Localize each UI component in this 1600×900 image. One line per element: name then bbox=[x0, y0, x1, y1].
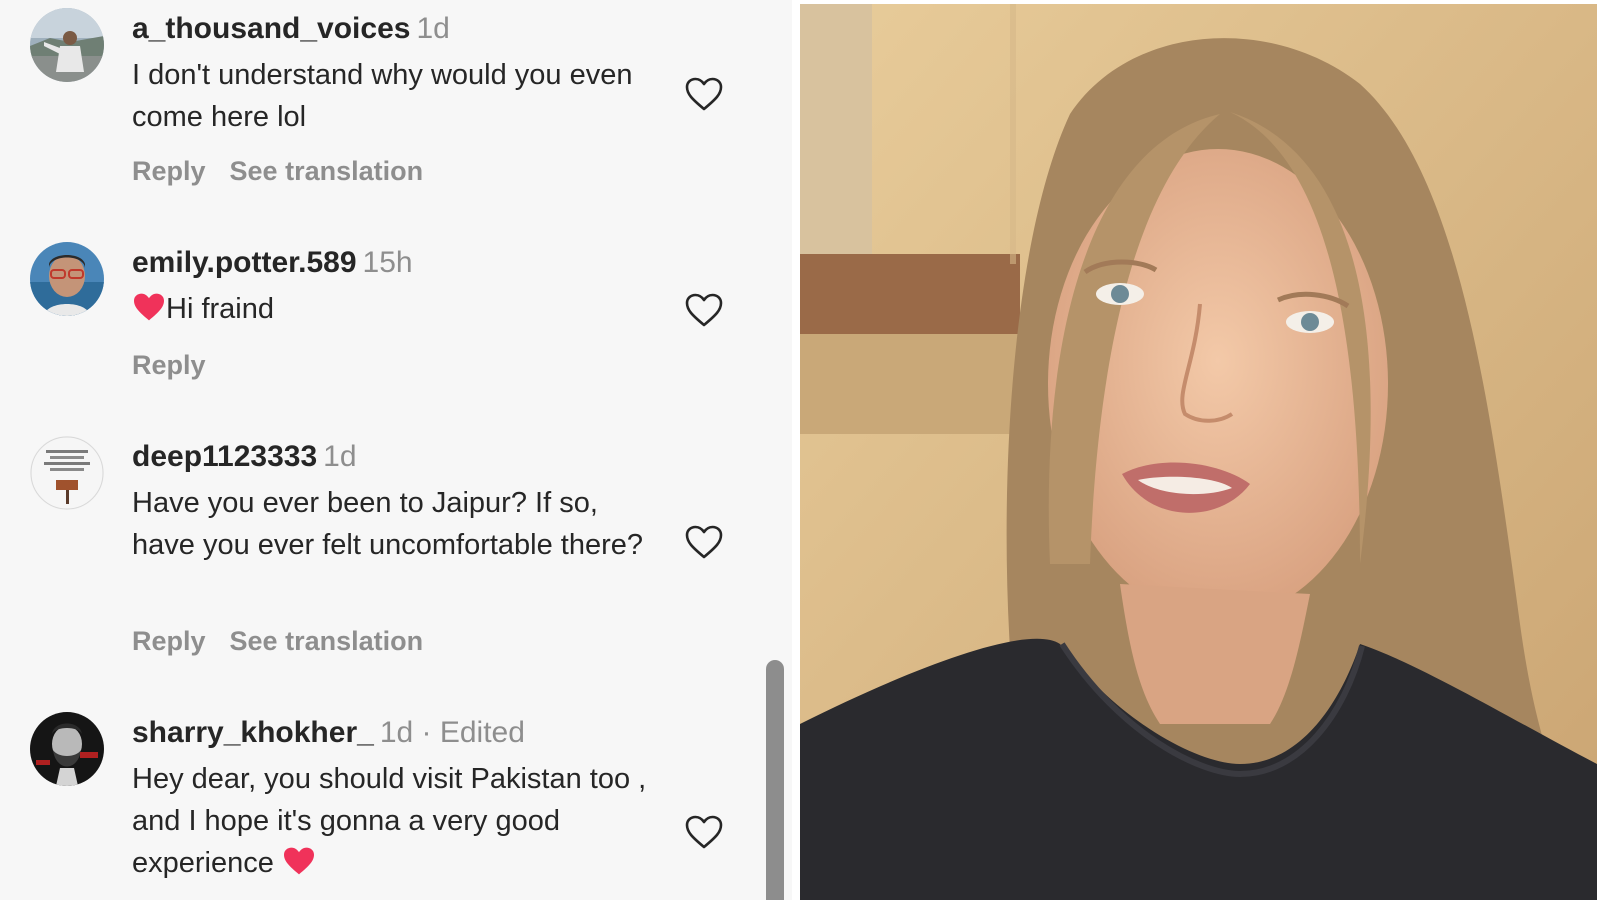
comment-username[interactable]: a_thousand_voices bbox=[132, 12, 410, 45]
like-heart-icon[interactable] bbox=[684, 292, 724, 328]
comment-username[interactable]: sharry_khokher_ bbox=[132, 716, 374, 749]
reply-button[interactable]: Reply bbox=[132, 350, 206, 380]
panel-divider bbox=[792, 0, 800, 900]
see-translation-button[interactable]: See translation bbox=[230, 156, 424, 186]
comment-timestamp: 1d bbox=[379, 716, 414, 749]
comment-timestamp: 15h bbox=[362, 246, 413, 279]
comment-timestamp: 1d bbox=[323, 440, 357, 473]
heart-emoji-icon bbox=[282, 846, 316, 888]
comment-timestamp: 1d bbox=[416, 12, 450, 45]
reply-button[interactable]: Reply bbox=[132, 626, 206, 656]
reply-button[interactable]: Reply bbox=[132, 156, 206, 186]
user-avatar-icon[interactable] bbox=[30, 242, 104, 316]
like-heart-icon[interactable] bbox=[684, 76, 724, 112]
comment-username[interactable]: deep1123333 bbox=[132, 440, 317, 473]
user-avatar-icon[interactable] bbox=[30, 8, 104, 82]
woman-talking-video-icon bbox=[800, 4, 1597, 900]
scrollbar-thumb[interactable] bbox=[766, 660, 784, 900]
like-heart-icon[interactable] bbox=[684, 814, 724, 850]
comment-text: Have you ever been to Jaipur? If so, hav… bbox=[132, 487, 644, 561]
see-translation-button[interactable]: See translation bbox=[230, 626, 424, 656]
like-heart-icon[interactable] bbox=[684, 524, 724, 560]
comment-text: Hi fraind bbox=[166, 293, 274, 325]
user-avatar-icon[interactable] bbox=[30, 436, 104, 510]
comment-username[interactable]: emily.potter.589 bbox=[132, 246, 357, 279]
heart-emoji-icon bbox=[132, 292, 166, 334]
user-avatar-icon[interactable] bbox=[30, 712, 104, 786]
video-frame bbox=[800, 4, 1597, 900]
edited-label: · Edited bbox=[421, 716, 525, 749]
comment-text: I don't understand why would you even co… bbox=[132, 59, 633, 133]
comment-text: Hey dear, you should visit Pakistan too … bbox=[132, 763, 647, 879]
comments-panel: a_thousand_voices 1d I don't understand w… bbox=[0, 0, 792, 900]
